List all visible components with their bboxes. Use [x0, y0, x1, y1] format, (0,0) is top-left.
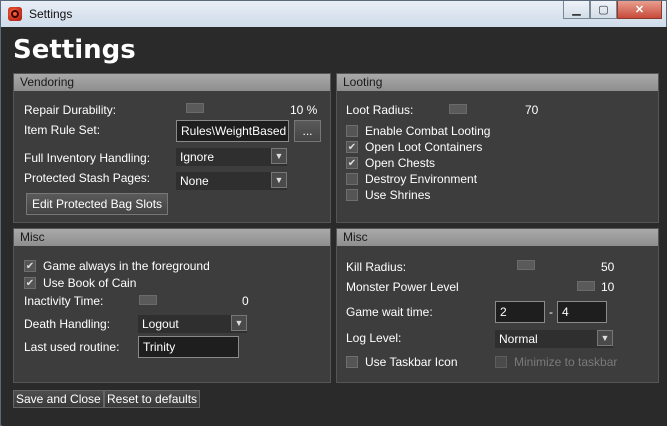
settings-window: Settings ▁ ▢ ✕ Settings Vendoring Repair… [0, 0, 667, 426]
death-handling-label: Death Handling: [24, 317, 111, 331]
edit-protected-bag-slots-button[interactable]: Edit Protected Bag Slots [26, 193, 168, 215]
checkmark-icon: ✔ [346, 157, 358, 169]
kill-radius-label: Kill Radius: [346, 260, 407, 274]
close-icon: ✕ [634, 4, 645, 16]
repair-durability-value: 10 % [290, 103, 318, 117]
monster-power-slider[interactable] [577, 281, 595, 291]
kill-radius-value: 50 [601, 260, 615, 274]
item-rule-set-label: Item Rule Set: [24, 123, 101, 137]
close-button[interactable]: ✕ [617, 1, 662, 19]
minimize-to-taskbar-checkbox[interactable]: Minimize to taskbar [495, 355, 617, 369]
death-handling-value: Logout [142, 317, 179, 331]
option-checkbox[interactable]: ✔ Use Book of Cain [24, 276, 136, 290]
checkmark-icon: ✔ [346, 141, 358, 153]
option-checkbox[interactable]: Enable Combat Looting [346, 124, 490, 138]
game-wait-max-field[interactable]: 4 [557, 301, 607, 323]
reset-to-defaults-button[interactable]: Reset to defaults [104, 390, 201, 408]
log-level-value: Normal [499, 332, 538, 346]
chevron-down-icon: ▼ [597, 330, 613, 346]
game-wait-min-field[interactable]: 2 [495, 301, 545, 323]
option-label: Use Shrines [365, 188, 431, 202]
log-level-select[interactable]: Normal ▼ [495, 330, 613, 348]
minimize-to-taskbar-label: Minimize to taskbar [514, 355, 618, 369]
log-level-label: Log Level: [346, 331, 402, 345]
loot-radius-slider[interactable] [449, 104, 467, 114]
checkbox-icon [495, 356, 507, 368]
option-label: Enable Combat Looting [365, 124, 491, 138]
monster-power-value: 10 [601, 280, 615, 294]
title-bar: Settings ▁ ▢ ✕ [1, 1, 666, 27]
use-taskbar-icon-label: Use Taskbar Icon [365, 355, 458, 369]
inactivity-time-value: 0 [242, 294, 249, 308]
looting-header: Looting [337, 74, 658, 91]
minimize-button[interactable]: ▁ [563, 1, 590, 19]
option-label: Open Chests [365, 156, 436, 170]
misc-left-panel: Misc ✔ Game always in the foreground ✔ Use … [13, 228, 331, 383]
option-checkbox[interactable]: ✔ Open Chests [346, 156, 435, 170]
maximize-icon: ▢ [598, 4, 609, 16]
window-title: Settings [29, 7, 73, 21]
save-and-close-button[interactable]: Save and Close [13, 390, 104, 408]
full-inventory-label: Full Inventory Handling: [24, 151, 151, 165]
checkbox-icon [346, 125, 358, 137]
misc-left-header: Misc [14, 229, 330, 246]
game-wait-time-label: Game wait time: [346, 305, 433, 319]
game-wait-separator: - [549, 305, 553, 319]
option-label: Use Book of Cain [43, 276, 137, 290]
checkbox-icon [346, 173, 358, 185]
checkmark-icon: ✔ [24, 277, 36, 289]
option-checkbox[interactable]: Use Shrines [346, 188, 430, 202]
browse-rule-set-button[interactable]: ... [294, 120, 321, 142]
checkbox-icon [346, 356, 358, 368]
vendoring-header: Vendoring [14, 74, 330, 91]
protected-stash-label: Protected Stash Pages: [24, 171, 151, 185]
inactivity-time-slider[interactable] [139, 295, 157, 305]
looting-panel: Looting Loot Radius: 70 Enable Combat Lo… [336, 73, 659, 223]
last-routine-field[interactable]: Trinity [138, 336, 239, 358]
loot-radius-label: Loot Radius: [346, 103, 414, 117]
death-handling-select[interactable]: Logout ▼ [138, 315, 247, 333]
monster-power-label: Monster Power Level [346, 280, 459, 294]
full-inventory-select[interactable]: Ignore ▼ [176, 148, 287, 166]
option-checkbox[interactable]: ✔ Open Loot Containers [346, 140, 482, 154]
full-inventory-value: Ignore [180, 150, 215, 164]
item-rule-set-field[interactable]: Rules\WeightBased [176, 120, 289, 142]
repair-durability-label: Repair Durability: [24, 103, 117, 117]
last-routine-label: Last used routine: [24, 340, 120, 354]
maximize-button[interactable]: ▢ [590, 1, 617, 19]
window-controls: ▁ ▢ ✕ [563, 1, 662, 19]
misc-right-header: Misc [337, 229, 658, 246]
misc-right-panel: Misc Kill Radius: 50 Monster Power Level… [336, 228, 659, 383]
checkmark-icon: ✔ [24, 260, 36, 272]
protected-stash-value: None [180, 174, 209, 188]
option-checkbox[interactable]: Destroy Environment [346, 172, 477, 186]
chevron-down-icon: ▼ [231, 315, 247, 331]
app-icon [8, 7, 22, 21]
repair-durability-slider[interactable] [186, 103, 204, 113]
checkbox-icon [346, 189, 358, 201]
minimize-icon: ▁ [572, 4, 581, 16]
vendoring-panel: Vendoring Repair Durability: 10 % Item R… [13, 73, 331, 223]
option-label: Destroy Environment [365, 172, 478, 186]
settings-content: Settings Vendoring Repair Durability: 10… [2, 27, 667, 426]
protected-stash-select[interactable]: None ▼ [176, 172, 287, 190]
kill-radius-slider[interactable] [517, 260, 535, 270]
option-label: Game always in the foreground [43, 259, 210, 273]
chevron-down-icon: ▼ [271, 172, 287, 188]
use-taskbar-icon-checkbox[interactable]: Use Taskbar Icon [346, 355, 458, 369]
inactivity-time-label: Inactivity Time: [24, 294, 104, 308]
option-checkbox[interactable]: ✔ Game always in the foreground [24, 259, 210, 273]
chevron-down-icon: ▼ [271, 148, 287, 164]
page-title: Settings [13, 35, 136, 65]
loot-radius-value: 70 [525, 103, 539, 117]
option-label: Open Loot Containers [365, 140, 483, 154]
